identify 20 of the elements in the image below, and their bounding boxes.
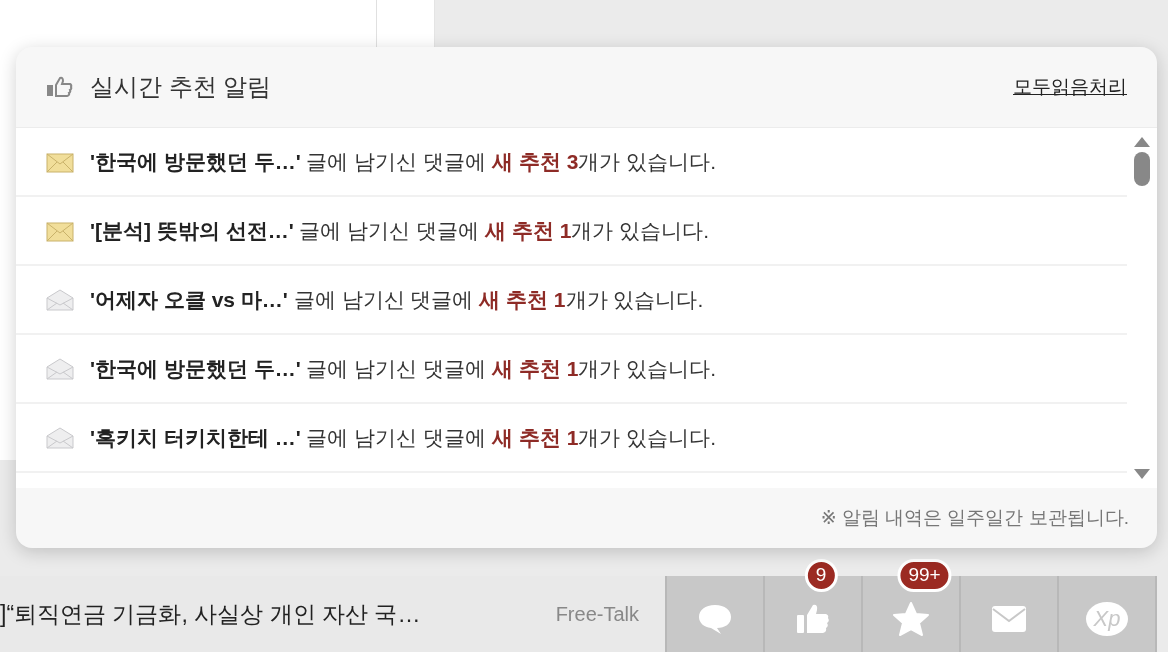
- scroll-down-arrow[interactable]: [1133, 468, 1151, 480]
- notification-text[interactable]: '[분석] 뜻밖의 선전…' 글에 남기신 댓글에 새 추천 1개가 있습니다.: [90, 214, 710, 247]
- notification-text[interactable]: '한국에 방문했던 두…' 글에 남기신 댓글에 새 추천 1개가 있습니다.: [90, 352, 717, 385]
- scrollbar-thumb[interactable]: [1134, 152, 1150, 186]
- thumbs-up-icon: [795, 603, 831, 635]
- notification-text[interactable]: '어제자 오클 vs 마…' 글에 남기신 댓글에 새 추천 1개가 있습니다.: [90, 283, 704, 316]
- thumbs-up-icon: [46, 75, 74, 99]
- board-label: Free-Talk: [555, 602, 639, 627]
- mail-icon: [991, 605, 1027, 633]
- count-badge: 9: [804, 559, 838, 592]
- notification-text[interactable]: '흑키치 터키치한테 …' 글에 남기신 댓글에 새 추천 1개가 있습니다.: [90, 421, 717, 454]
- mark-all-read-link[interactable]: 모두읽음처리: [1013, 72, 1127, 102]
- speech-bubble-icon: [697, 603, 733, 635]
- star-icon: [893, 602, 929, 636]
- count-badge: 99+: [897, 559, 952, 592]
- notification-text[interactable]: '한국에 방문했던 두…' 글에 남기신 댓글에 새 추천 3개가 있습니다.: [90, 145, 717, 178]
- retention-note: ※ 알림 내역은 일주일간 보관됩니다.: [820, 505, 1129, 530]
- scroll-up-arrow[interactable]: [1133, 136, 1151, 148]
- news-headline[interactable]: ]“퇴직연금 기금화, 사실상 개인 자산 국…: [0, 596, 421, 632]
- popup-title: 실시간 추천 알림: [90, 72, 272, 102]
